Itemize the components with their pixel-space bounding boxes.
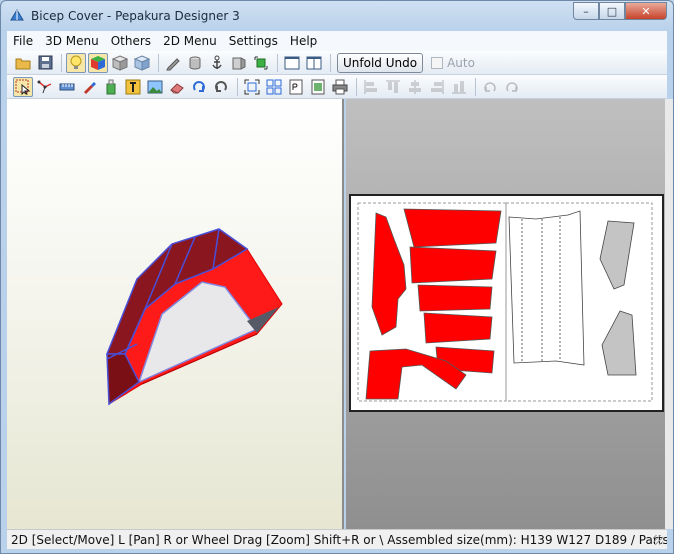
text-tool-icon[interactable] (123, 77, 143, 97)
menu-help[interactable]: Help (284, 34, 323, 48)
toolbar-separator (237, 77, 238, 96)
close-button[interactable]: ✕ (625, 2, 667, 20)
vertical-scrollbar[interactable] (665, 99, 673, 529)
light-bulb-icon[interactable] (66, 52, 86, 73)
arrange-parts-icon[interactable] (264, 77, 284, 97)
minimize-button[interactable]: – (573, 2, 599, 20)
app-window: Bicep Cover - Pepakura Designer 3 – □ ✕ … (0, 0, 674, 554)
menu-settings[interactable]: Settings (223, 34, 284, 48)
title-bar[interactable]: Bicep Cover - Pepakura Designer 3 – □ ✕ (1, 1, 673, 31)
glue-bottle-icon[interactable] (101, 77, 121, 97)
edit-toolbar (7, 75, 667, 99)
pencil-icon[interactable] (163, 53, 183, 73)
color-cube-icon[interactable] (88, 52, 108, 73)
rotate-ccw-icon[interactable] (211, 77, 231, 97)
minimize-icon: – (583, 4, 589, 18)
image-tool-icon[interactable] (145, 77, 165, 97)
status-bar: 2D [Select/Move] L [Pan] R or Wheel Drag… (7, 529, 667, 549)
single-view-icon[interactable] (282, 53, 302, 73)
status-text: 2D [Select/Move] L [Pan] R or Wheel Drag… (11, 533, 667, 547)
select-move-icon[interactable] (13, 76, 33, 97)
toolbar-separator (277, 53, 278, 72)
menu-3d[interactable]: 3D Menu (39, 34, 105, 48)
menu-file[interactable]: File (7, 34, 39, 48)
rotate-90-left-icon[interactable] (480, 77, 500, 97)
3d-model[interactable] (7, 99, 344, 529)
cylinder-icon[interactable] (185, 53, 205, 73)
join-edge-icon[interactable] (35, 77, 55, 97)
align-center-icon[interactable] (405, 77, 425, 97)
fit-view-icon[interactable] (242, 77, 262, 97)
2d-view[interactable] (346, 99, 667, 529)
auto-label: Auto (447, 55, 475, 70)
unfold-layout[interactable] (346, 99, 667, 529)
menu-2d[interactable]: 2D Menu (157, 34, 223, 48)
eraser-icon[interactable] (167, 77, 187, 97)
transform-icon[interactable] (251, 53, 271, 73)
3d-view[interactable] (7, 99, 344, 529)
split-view-icon[interactable] (304, 53, 324, 73)
auto-checkbox-group[interactable]: Auto (431, 56, 475, 70)
open-folder-icon[interactable] (13, 53, 33, 73)
align-right-icon[interactable] (427, 77, 447, 97)
solid-cube-icon[interactable] (110, 53, 130, 73)
save-disk-icon[interactable] (35, 53, 55, 73)
pepakura-app-icon (10, 9, 24, 21)
close-icon: ✕ (641, 4, 651, 18)
align-top-icon[interactable] (383, 77, 403, 97)
page-number-icon[interactable] (286, 77, 306, 97)
toolbar-separator (475, 77, 476, 96)
unfold-undo-button[interactable]: Unfold Undo (337, 52, 424, 73)
toolbar-separator (330, 53, 331, 72)
maximize-icon: □ (606, 4, 618, 18)
anchor-icon[interactable] (207, 53, 227, 73)
toolbar-separator (158, 53, 159, 72)
print-icon[interactable] (330, 77, 350, 97)
rotate-cw-icon[interactable] (189, 77, 209, 97)
resize-grip-icon[interactable] (653, 535, 663, 545)
textured-cube-icon[interactable] (132, 53, 152, 73)
align-left-icon[interactable] (361, 77, 381, 97)
menu-others[interactable]: Others (105, 34, 157, 48)
rotate-90-right-icon[interactable] (502, 77, 522, 97)
maximize-button[interactable]: □ (599, 2, 625, 20)
window-title: Bicep Cover - Pepakura Designer 3 (31, 9, 240, 23)
brush-icon[interactable] (79, 77, 99, 97)
flap-icon[interactable] (229, 53, 249, 73)
toolbar-separator (61, 53, 62, 72)
toolbar-separator (356, 77, 357, 96)
window-controls: – □ ✕ (573, 2, 667, 20)
measure-icon[interactable] (57, 77, 77, 97)
menu-bar: File 3D Menu Others 2D Menu Settings Hel… (7, 31, 667, 51)
align-bottom-icon[interactable] (449, 77, 469, 97)
auto-checkbox[interactable] (431, 56, 444, 69)
main-toolbar: Unfold Undo Auto (7, 51, 667, 75)
image-export-icon[interactable] (308, 77, 328, 97)
